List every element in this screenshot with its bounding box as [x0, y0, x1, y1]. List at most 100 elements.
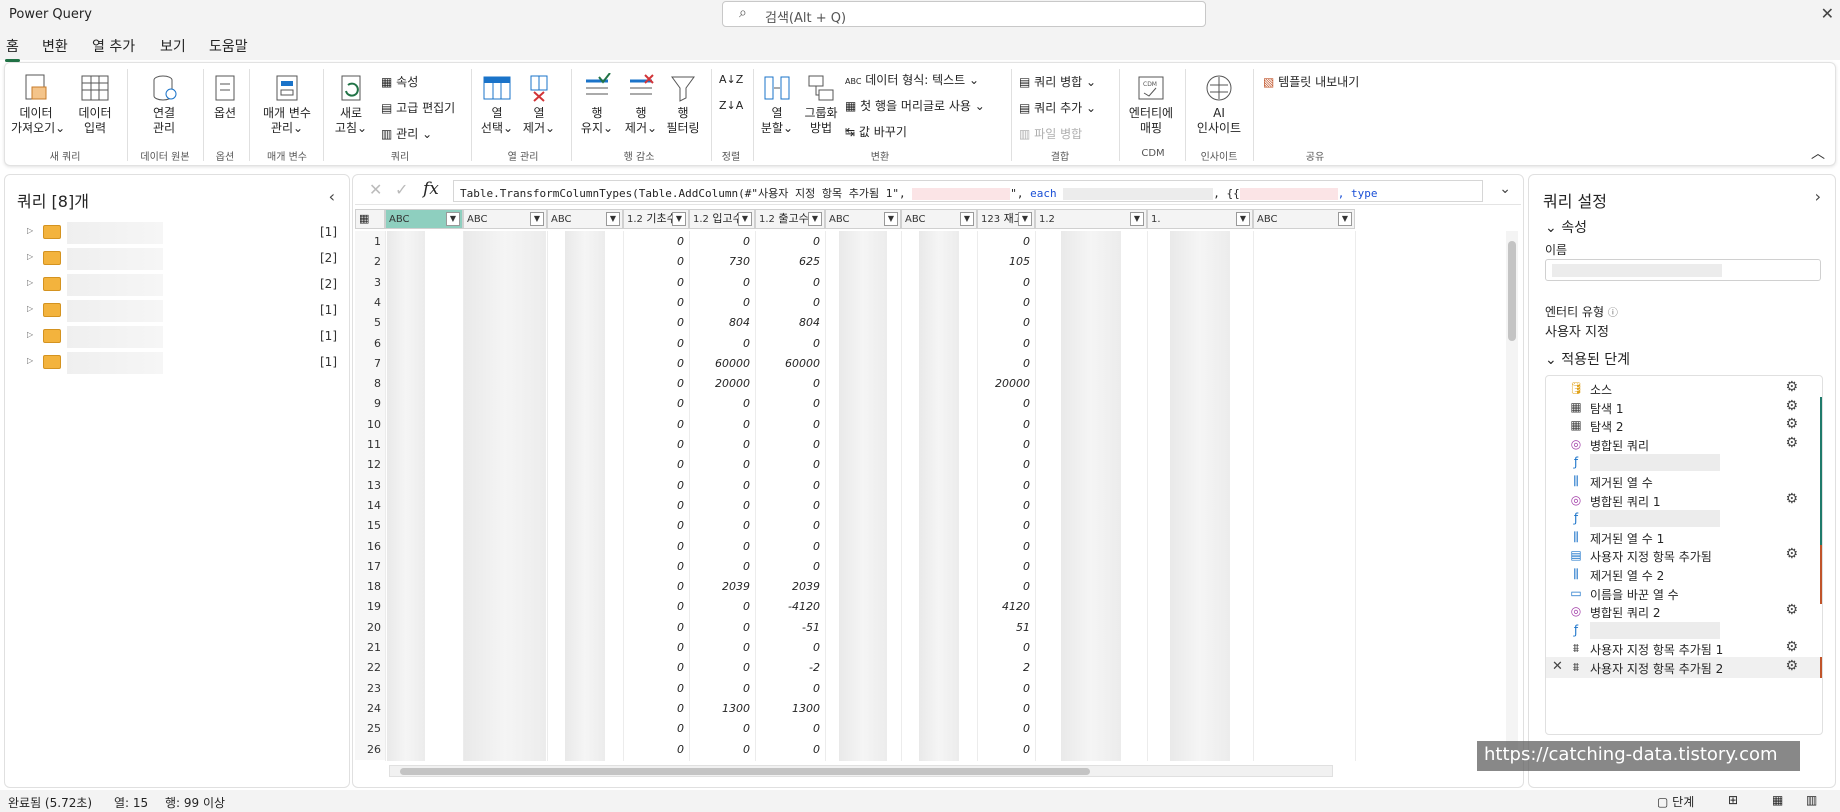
- table-cell[interactable]: 0: [689, 292, 755, 313]
- column-filter-button[interactable]: ▼: [1338, 212, 1352, 226]
- table-cell[interactable]: 0: [755, 536, 825, 557]
- table-cell[interactable]: 20000: [977, 373, 1035, 394]
- collapse-ribbon-icon[interactable]: ︿: [1811, 143, 1825, 163]
- table-cell[interactable]: 0: [977, 353, 1035, 374]
- row-number[interactable]: 15: [355, 515, 385, 537]
- row-number[interactable]: 21: [355, 637, 385, 658]
- table-cell[interactable]: 0: [755, 333, 825, 354]
- query-group-row[interactable]: ▷ [1]: [5, 298, 349, 324]
- table-cell[interactable]: 105: [977, 251, 1035, 272]
- table-cell[interactable]: 0: [755, 454, 825, 475]
- column-header[interactable]: 1. ▼: [1147, 209, 1253, 229]
- expand-icon[interactable]: ▷: [27, 330, 33, 339]
- table-cell[interactable]: 0: [977, 739, 1035, 760]
- table-cell[interactable]: 0: [755, 475, 825, 496]
- manage-parameters-button[interactable]: 매개 변수 관리⌄: [257, 73, 317, 136]
- sort-descending-button[interactable]: Z↓A: [719, 99, 743, 112]
- step-settings-icon[interactable]: ⚙: [1785, 546, 1798, 562]
- table-cell[interactable]: 0: [623, 475, 689, 496]
- table-cell[interactable]: 0: [623, 272, 689, 293]
- row-number[interactable]: 10: [355, 413, 385, 435]
- row-number[interactable]: 12: [355, 454, 385, 476]
- manage-connections-button[interactable]: 연결 관리: [139, 73, 189, 136]
- remove-columns-button[interactable]: 열 제거⌄: [519, 73, 559, 136]
- row-number[interactable]: 3: [355, 271, 385, 293]
- column-type-icon[interactable]: 1.2: [627, 214, 643, 225]
- table-cell[interactable]: 0: [977, 454, 1035, 475]
- table-cell[interactable]: 804: [689, 312, 755, 333]
- tab-view[interactable]: 보기: [160, 36, 186, 56]
- table-cell[interactable]: 0: [977, 556, 1035, 577]
- properties-button[interactable]: ▦ 속성: [381, 73, 418, 90]
- table-cell[interactable]: 0: [755, 739, 825, 760]
- table-cell[interactable]: 0: [977, 637, 1035, 658]
- table-cell[interactable]: 0: [977, 312, 1035, 333]
- table-cell[interactable]: 0: [689, 272, 755, 293]
- row-number[interactable]: 1: [355, 231, 385, 252]
- map-entities-button[interactable]: CDM 엔터티에 매핑: [1123, 73, 1179, 136]
- table-cell[interactable]: 625: [755, 251, 825, 272]
- query-group-row[interactable]: ▷ [1]: [5, 220, 349, 246]
- combine-files-button[interactable]: ▥ 파일 병합: [1019, 125, 1082, 142]
- collapse-right-icon[interactable]: ›: [1815, 187, 1821, 206]
- table-cell[interactable]: -51: [755, 617, 825, 638]
- refresh-button[interactable]: 새로 고침⌄: [329, 73, 373, 136]
- row-number[interactable]: 7: [355, 352, 385, 374]
- table-cell[interactable]: 0: [689, 739, 755, 760]
- column-type-icon[interactable]: 1.2: [759, 214, 775, 225]
- group-by-button[interactable]: 그룹화 방법: [799, 73, 843, 136]
- row-number[interactable]: 14: [355, 494, 385, 516]
- table-cell[interactable]: 0: [755, 292, 825, 313]
- choose-columns-button[interactable]: 열 선택⌄: [477, 73, 517, 136]
- column-filter-button[interactable]: ▼: [606, 212, 620, 226]
- collapse-left-icon[interactable]: ‹: [329, 187, 335, 206]
- column-filter-button[interactable]: ▼: [960, 212, 974, 226]
- column-filter-button[interactable]: ▼: [1018, 212, 1032, 226]
- table-cell[interactable]: 60000: [755, 353, 825, 374]
- filter-rows-button[interactable]: 행 필터링: [663, 73, 703, 136]
- table-cell[interactable]: 0: [977, 515, 1035, 536]
- expand-icon[interactable]: ▷: [27, 356, 33, 365]
- table-cell[interactable]: 0: [623, 536, 689, 557]
- table-cell[interactable]: 0: [689, 637, 755, 658]
- table-cell[interactable]: 0: [623, 434, 689, 455]
- table-cell[interactable]: 0: [689, 718, 755, 739]
- scrollbar-thumb[interactable]: [1508, 241, 1516, 341]
- table-cell[interactable]: 0: [755, 515, 825, 536]
- column-header[interactable]: 1.2 출고수 ▼: [755, 209, 825, 229]
- table-cell[interactable]: 0: [623, 739, 689, 760]
- column-filter-button[interactable]: ▼: [738, 212, 752, 226]
- table-cell[interactable]: 0: [689, 536, 755, 557]
- column-filter-button[interactable]: ▼: [1130, 212, 1144, 226]
- column-type-icon[interactable]: ABC: [1257, 214, 1278, 225]
- row-number[interactable]: 6: [355, 332, 385, 354]
- table-cell[interactable]: 2039: [689, 576, 755, 597]
- step-settings-icon[interactable]: ⚙: [1785, 639, 1798, 655]
- table-cell[interactable]: 0: [977, 718, 1035, 739]
- expand-icon[interactable]: ▷: [27, 304, 33, 313]
- row-number[interactable]: 8: [355, 373, 385, 395]
- applied-step[interactable]: ✕ ⩩ 사용자 지정 항목 추가됨 2 ⚙: [1546, 657, 1822, 678]
- table-cell[interactable]: 0: [623, 373, 689, 394]
- table-cell[interactable]: 0: [755, 272, 825, 293]
- table-cell[interactable]: 0: [689, 617, 755, 638]
- table-cell[interactable]: 0: [623, 312, 689, 333]
- table-cell[interactable]: 2039: [755, 576, 825, 597]
- table-cell[interactable]: 0: [689, 596, 755, 617]
- step-settings-icon[interactable]: ⚙: [1785, 416, 1798, 432]
- column-header[interactable]: ABC ▼: [385, 209, 463, 229]
- table-cell[interactable]: -2: [755, 657, 825, 678]
- grid-view-icon[interactable]: ▦: [1772, 793, 1783, 807]
- table-cell[interactable]: 0: [977, 434, 1035, 455]
- table-cell[interactable]: 0: [623, 251, 689, 272]
- row-number[interactable]: 17: [355, 555, 385, 577]
- column-type-icon[interactable]: ABC: [551, 214, 572, 225]
- column-filter-button[interactable]: ▼: [672, 212, 686, 226]
- column-filter-button[interactable]: ▼: [530, 212, 544, 226]
- table-cell[interactable]: 0: [977, 495, 1035, 516]
- table-cell[interactable]: 0: [977, 333, 1035, 354]
- column-header[interactable]: 1.2 기초수 ▼: [623, 209, 689, 229]
- table-cell[interactable]: 0: [689, 475, 755, 496]
- column-header[interactable]: 123 재고 ▼: [977, 209, 1035, 229]
- table-cell[interactable]: 0: [623, 637, 689, 658]
